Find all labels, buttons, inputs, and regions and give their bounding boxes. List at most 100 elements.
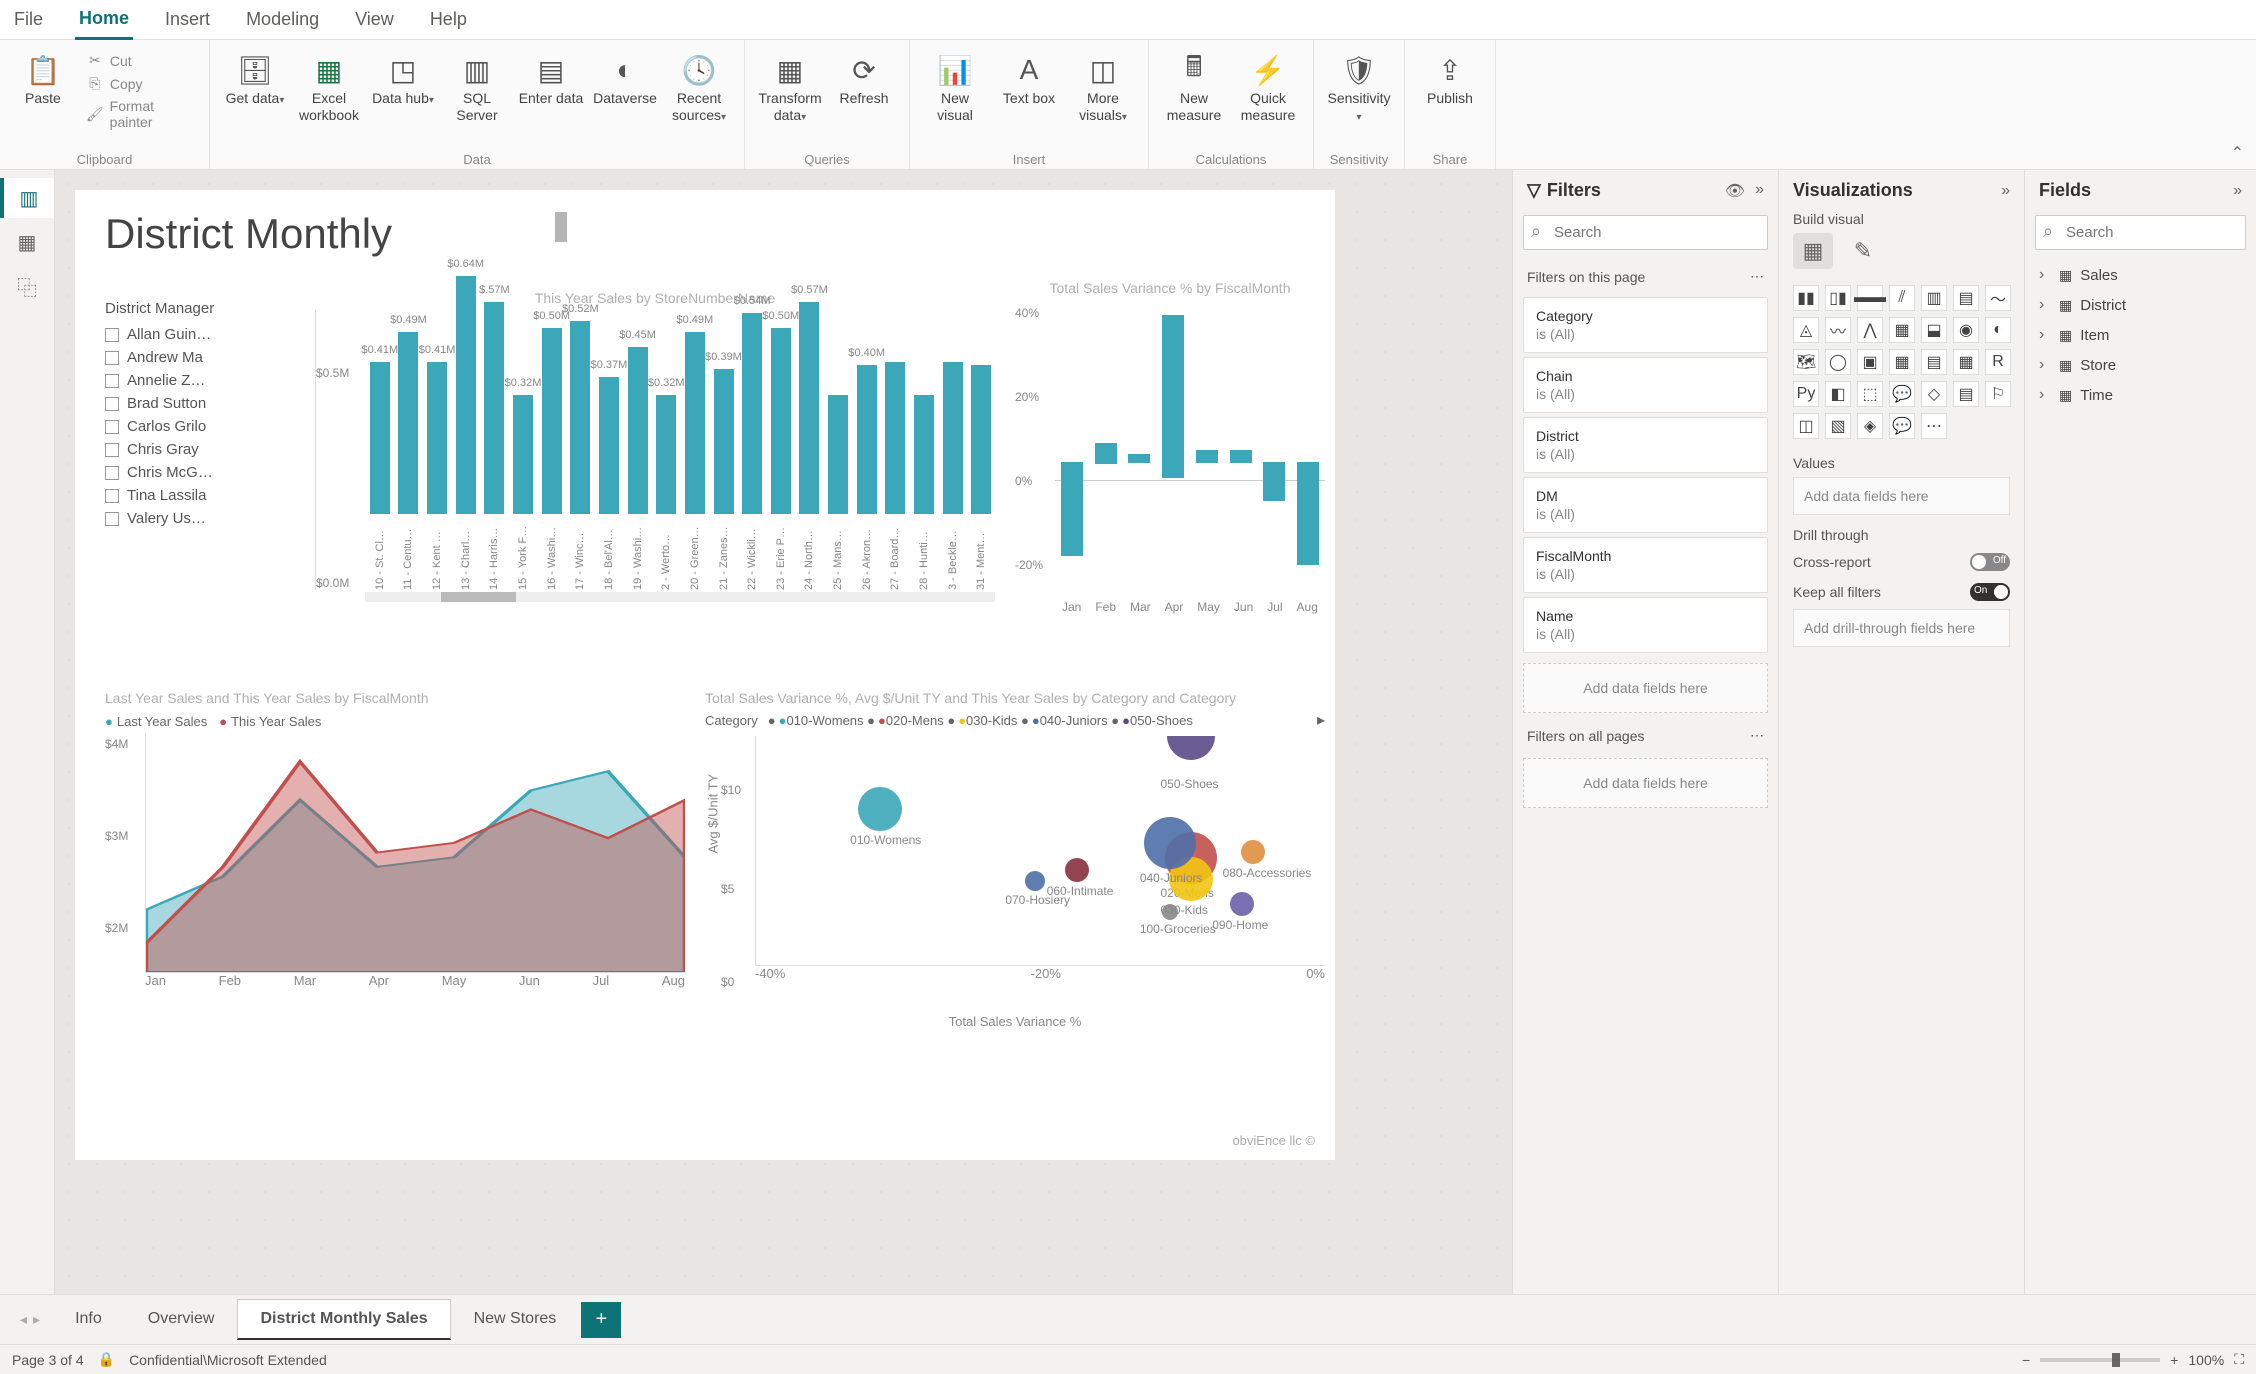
collapse-ribbon-button[interactable]: ⌃ xyxy=(2231,143,2244,163)
bar[interactable] xyxy=(570,321,590,514)
viz-type-tile[interactable]: 🗺 xyxy=(1793,349,1819,375)
bar[interactable] xyxy=(857,365,877,514)
refresh-button[interactable]: ⟳Refresh xyxy=(829,46,899,111)
viz-type-tile[interactable]: ▦ xyxy=(1953,349,1979,375)
variance-bar[interactable] xyxy=(1297,462,1319,565)
collapse-pane-button[interactable]: » xyxy=(2001,182,2010,200)
sheet-tab[interactable]: District Monthly Sales xyxy=(237,1299,450,1340)
new-measure-button[interactable]: 🖩New measure xyxy=(1159,46,1229,128)
paste-button[interactable]: 📋 Paste xyxy=(10,46,76,111)
add-page-button[interactable]: + xyxy=(581,1302,621,1338)
sensitivity-button[interactable]: 🛡Sensitivity xyxy=(1324,46,1394,128)
bar[interactable] xyxy=(513,395,533,514)
checkbox[interactable] xyxy=(105,420,119,434)
bar[interactable] xyxy=(714,369,734,514)
variance-bar[interactable] xyxy=(1263,462,1285,501)
bubble[interactable] xyxy=(1065,858,1089,882)
bar[interactable] xyxy=(914,395,934,514)
checkbox[interactable] xyxy=(105,489,119,503)
viz-type-tile[interactable]: ◈ xyxy=(1857,413,1883,439)
viz-type-tile[interactable]: ▤ xyxy=(1953,285,1979,311)
model-view-button[interactable]: ⿻ xyxy=(0,266,54,306)
bubble[interactable] xyxy=(858,787,902,831)
viz-type-tile[interactable]: ⋀ xyxy=(1857,317,1883,343)
fit-page-button[interactable]: ⛶ xyxy=(2234,1351,2244,1368)
slicer-item[interactable]: Valery Us… xyxy=(105,507,290,530)
bar[interactable] xyxy=(370,362,390,514)
viz-type-tile[interactable]: ⫽ xyxy=(1889,285,1915,311)
report-canvas[interactable]: District Monthly District Manager Allan … xyxy=(75,190,1335,1160)
viz-type-tile[interactable]: ◯ xyxy=(1825,349,1851,375)
viz-type-tile[interactable]: ◐ xyxy=(1985,317,2011,343)
area-chart-sales[interactable]: Last Year Sales and This Year Sales by F… xyxy=(105,690,685,1010)
viz-type-tile[interactable]: R xyxy=(1985,349,2011,375)
viz-type-tile[interactable]: ◬ xyxy=(1793,317,1819,343)
slicer-item[interactable]: Annelie Z… xyxy=(105,369,290,392)
viz-type-tile[interactable]: ▮▮ xyxy=(1793,285,1819,311)
variance-bar[interactable] xyxy=(1095,443,1117,464)
column-chart-variance[interactable]: Total Sales Variance % by FiscalMonth 40… xyxy=(1015,280,1325,660)
zoom-out-button[interactable]: − xyxy=(2022,1352,2030,1368)
filter-card[interactable]: Districtis (All) xyxy=(1523,417,1768,473)
fields-search-input[interactable] xyxy=(2035,215,2246,250)
field-table[interactable]: ▦Store xyxy=(2025,350,2256,380)
viz-type-tile[interactable]: ◫ xyxy=(1793,413,1819,439)
viz-type-tile[interactable]: 💬 xyxy=(1889,381,1915,407)
play-axis-button[interactable]: ▸ xyxy=(1317,710,1325,730)
bubble[interactable] xyxy=(1162,904,1178,920)
viz-type-tile[interactable]: ▤ xyxy=(1921,349,1947,375)
prev-page-button[interactable]: ◂ xyxy=(20,1311,27,1328)
filter-card[interactable]: DMis (All) xyxy=(1523,477,1768,533)
menu-help[interactable]: Help xyxy=(426,1,471,38)
collapse-pane-button[interactable]: » xyxy=(2233,182,2242,200)
excel-workbook-button[interactable]: ▦Excel workbook xyxy=(294,46,364,128)
field-table[interactable]: ▦Time xyxy=(2025,380,2256,410)
checkbox[interactable] xyxy=(105,397,119,411)
checkbox[interactable] xyxy=(105,374,119,388)
menu-file[interactable]: File xyxy=(10,1,47,38)
variance-bar[interactable] xyxy=(1196,450,1218,463)
bar[interactable] xyxy=(771,328,791,514)
bar-chart-this-year-sales[interactable]: This Year Sales by StoreNumberName $0.5M… xyxy=(315,290,995,660)
filter-card[interactable]: Chainis (All) xyxy=(1523,357,1768,413)
slicer-item[interactable]: Brad Sutton xyxy=(105,392,290,415)
collapse-pane-button[interactable]: » xyxy=(1755,181,1764,201)
bar[interactable] xyxy=(398,332,418,514)
copy-button[interactable]: ⎘Copy xyxy=(80,73,199,94)
variance-bar[interactable] xyxy=(1230,450,1252,463)
sheet-tab[interactable]: Overview xyxy=(125,1299,238,1340)
viz-type-tile[interactable]: ▦ xyxy=(1889,349,1915,375)
viz-type-tile[interactable]: Py xyxy=(1793,381,1819,407)
bubble[interactable] xyxy=(1025,871,1045,891)
format-visual-tab[interactable]: ✎ xyxy=(1843,233,1883,269)
field-table[interactable]: ▦Sales xyxy=(2025,260,2256,290)
slicer-item[interactable]: Chris Gray xyxy=(105,438,290,461)
viz-type-tile[interactable]: ▯▮ xyxy=(1825,285,1851,311)
checkbox[interactable] xyxy=(105,512,119,526)
quick-measure-button[interactable]: ⚡Quick measure xyxy=(1233,46,1303,128)
bar[interactable] xyxy=(885,362,905,514)
cross-report-toggle[interactable]: Off xyxy=(1970,553,2010,571)
recent-sources-button[interactable]: 🕓Recent sources xyxy=(664,46,734,128)
bubble[interactable] xyxy=(1144,817,1196,869)
filter-search-input[interactable] xyxy=(1523,215,1768,250)
slicer-item[interactable]: Carlos Grilo xyxy=(105,415,290,438)
format-painter-button[interactable]: 🖌Format painter xyxy=(80,96,199,132)
build-visual-tab[interactable]: ▦ xyxy=(1793,233,1833,269)
next-page-button[interactable]: ▸ xyxy=(33,1311,40,1328)
menu-insert[interactable]: Insert xyxy=(161,1,214,38)
viz-type-tile[interactable]: ▦ xyxy=(1889,317,1915,343)
viz-type-tile[interactable]: ⬓ xyxy=(1921,317,1947,343)
slicer-item[interactable]: Allan Guin… xyxy=(105,323,290,346)
viz-type-tile[interactable]: ⋯ xyxy=(1921,413,1947,439)
values-well[interactable]: Add data fields here xyxy=(1793,477,2010,515)
checkbox[interactable] xyxy=(105,466,119,480)
viz-type-tile[interactable]: ▧ xyxy=(1825,413,1851,439)
drill-through-well[interactable]: Add drill-through fields here xyxy=(1793,609,2010,647)
data-hub-button[interactable]: ◳Data hub xyxy=(368,46,438,111)
publish-button[interactable]: ⇪Publish xyxy=(1415,46,1485,111)
keep-filters-toggle[interactable]: On xyxy=(1970,583,2010,601)
bubble[interactable] xyxy=(1167,736,1215,760)
checkbox[interactable] xyxy=(105,443,119,457)
zoom-in-button[interactable]: + xyxy=(2170,1352,2178,1368)
